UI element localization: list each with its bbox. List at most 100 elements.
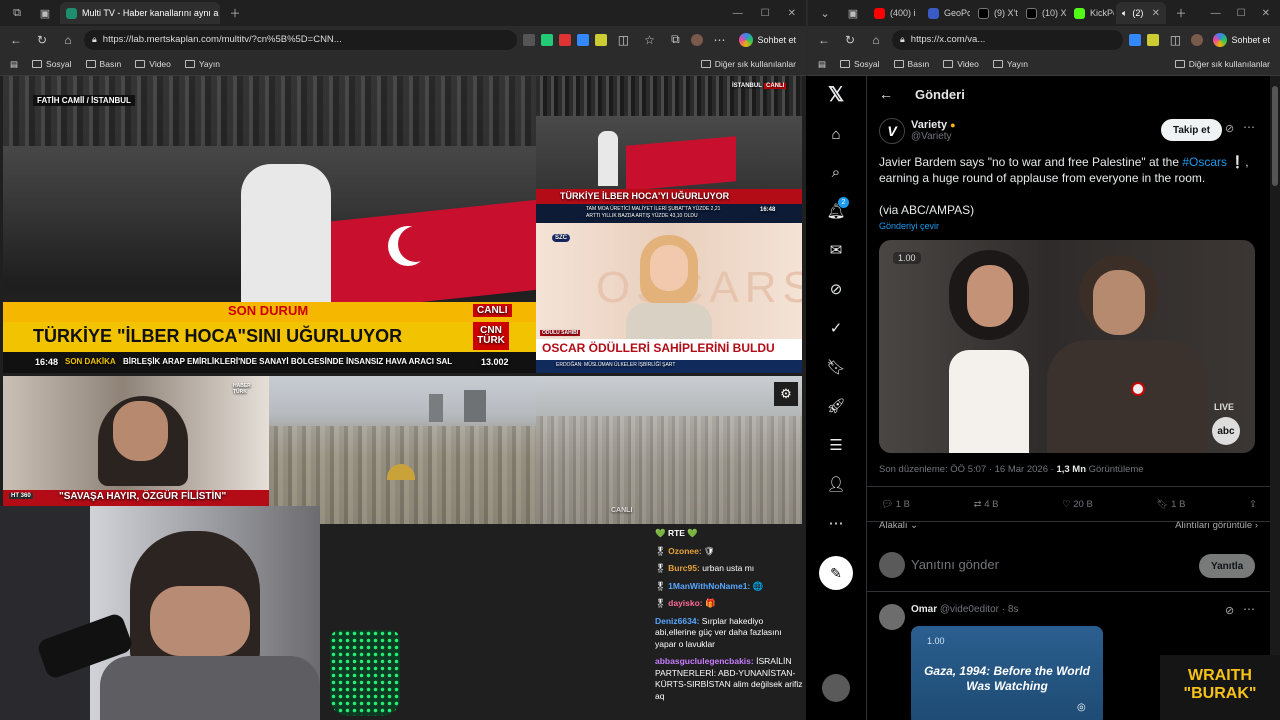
like-action[interactable]: ♡ 20 B <box>1062 499 1093 510</box>
new-tab-icon[interactable]: ＋ <box>1168 2 1194 24</box>
messages-icon[interactable]: ✉ <box>824 238 848 262</box>
post-button[interactable]: ✎ <box>819 556 853 590</box>
extension-icon[interactable] <box>559 33 572 46</box>
extension-icon[interactable] <box>595 33 608 46</box>
hashtag-link[interactable]: #Oscars <box>1182 155 1227 169</box>
profile-avatar[interactable] <box>1191 33 1204 46</box>
playback-rate-badge[interactable]: 1.00 <box>893 252 921 264</box>
lists-icon[interactable]: ☰ <box>824 433 848 457</box>
split-screen-icon[interactable]: ◫ <box>613 30 633 50</box>
home-icon[interactable]: ⌂ <box>866 30 886 50</box>
copilot-button[interactable]: Sohbet et <box>1209 32 1274 47</box>
settings-gear-icon[interactable]: ⚙ <box>774 382 798 406</box>
search-icon[interactable]: ⌕ <box>824 160 848 184</box>
bookmark-folder[interactable]: Video <box>135 59 171 69</box>
new-tab-icon[interactable]: ＋ <box>222 2 248 24</box>
url-field[interactable]: 🔒︎ https://x.com/va... <box>892 29 1124 50</box>
tab-multitv[interactable]: Multi TV - Haber kanallarını aynı a ✕ <box>60 2 220 24</box>
bookmarks-bar-toggle-icon[interactable]: ▤ <box>10 59 18 70</box>
repost-action[interactable]: ⇄ 4 B <box>974 499 999 510</box>
follow-button[interactable]: Takip et <box>1161 119 1223 141</box>
bookmarks-icon[interactable]: 🔖︎ <box>824 355 848 379</box>
scrollbar-thumb[interactable] <box>1272 86 1278 186</box>
x-logo-icon[interactable]: 𝕏 <box>824 82 848 106</box>
bookmarks-bar-toggle-icon[interactable]: ▤ <box>818 59 826 70</box>
extension-icon[interactable] <box>577 33 590 46</box>
maximize-icon[interactable]: ☐ <box>761 8 770 19</box>
reply-button[interactable]: Yanıtla <box>1199 554 1256 578</box>
tab-x-2[interactable]: (10) X'te <box>1020 2 1066 24</box>
close-tab-icon[interactable]: ✕ <box>1152 8 1160 19</box>
bookmark-folder[interactable]: Basın <box>893 59 929 69</box>
tab-youtube[interactable]: (400) i <box>868 2 920 24</box>
view-quotes-link[interactable]: Alıntıları görüntüle › <box>1175 520 1258 531</box>
refresh-icon[interactable]: ↻ <box>32 30 52 50</box>
author-handle[interactable]: @Variety <box>911 131 956 142</box>
back-arrow-icon[interactable]: ← <box>879 86 893 102</box>
video-cnn-turk[interactable]: FATİH CAMİİ / İSTANBUL SON DURUM CANLI T… <box>3 76 536 373</box>
video-haberturk[interactable]: HABER TÜRK HT 360 "SAVAŞA HAYIR, ÖZGÜR F… <box>3 376 269 506</box>
tab-x-active[interactable]: 🔈︎ (2) ✕ <box>1116 2 1166 24</box>
home-icon[interactable]: ⌂ <box>58 30 78 50</box>
reply-action[interactable]: 💬︎ 1 B <box>881 499 910 510</box>
workspaces-icon[interactable]: ⧉ <box>4 2 30 24</box>
minimize-icon[interactable]: — <box>1211 8 1221 19</box>
bookmark-folder[interactable]: Yayın <box>184 59 220 69</box>
other-bookmarks[interactable]: Diğer sık kullanılanlar <box>700 59 796 69</box>
bookmark-folder[interactable]: Basın <box>85 59 121 69</box>
more-options-icon[interactable]: ⋯ <box>1243 120 1255 134</box>
reply-input[interactable]: Yanıtını gönder <box>911 557 999 572</box>
more-options-icon[interactable]: ⋯ <box>1243 602 1255 616</box>
tab-x-1[interactable]: (9) X'te <box>972 2 1018 24</box>
bookmark-folder[interactable]: Sosyal <box>32 59 72 69</box>
reply-video-card[interactable]: 1.00 Gaza, 1994: Before the World Was Wa… <box>911 626 1103 720</box>
back-icon[interactable]: ← <box>814 30 834 50</box>
back-icon[interactable]: ← <box>6 30 26 50</box>
author-name[interactable]: Variety <box>911 119 947 131</box>
extension-icon[interactable] <box>541 33 554 46</box>
profile-avatar[interactable] <box>691 33 704 46</box>
close-window-icon[interactable]: ✕ <box>788 8 796 19</box>
more-icon[interactable]: ⋯ <box>709 30 729 50</box>
bookmark-folder[interactable]: Sosyal <box>840 59 880 69</box>
extension-icon[interactable] <box>523 33 536 46</box>
profile-icon[interactable]: 👤︎ <box>824 472 848 496</box>
video-tr-channel[interactable]: İSTANBUL CANLI TÜRKİYE İLBER HOCA'YI UĞU… <box>536 76 802 223</box>
video-jerusalem-cam[interactable] <box>269 376 536 524</box>
copilot-button[interactable]: Sohbet et <box>735 32 800 47</box>
translate-link[interactable]: Gönderiyi çevir <box>879 221 939 231</box>
close-window-icon[interactable]: ✕ <box>1262 8 1270 19</box>
grok-icon[interactable]: ⊘ <box>824 277 848 301</box>
share-icon[interactable]: ⇪ <box>1249 499 1257 510</box>
bookmark-folder[interactable]: Video <box>943 59 979 69</box>
variety-avatar[interactable]: V <box>879 118 905 144</box>
account-avatar[interactable] <box>822 674 850 702</box>
tab-actions-icon[interactable]: ▣ <box>32 2 58 24</box>
grok-explain-icon[interactable]: ⊘ <box>1225 604 1234 617</box>
jobs-icon[interactable]: 🚀︎ <box>824 394 848 418</box>
reply-avatar[interactable] <box>879 604 905 630</box>
url-field[interactable]: 🔒︎ https://lab.mertskaplan.com/multitv/?… <box>84 29 518 50</box>
tab-actions-icon[interactable]: ▣ <box>840 2 866 24</box>
notifications-icon[interactable]: 🔔︎ 2 <box>824 197 849 223</box>
minimize-icon[interactable]: — <box>733 8 743 19</box>
extension-icon[interactable] <box>1147 33 1160 46</box>
grok-explain-icon[interactable]: ⊘ <box>1225 122 1234 135</box>
maximize-icon[interactable]: ☐ <box>1237 8 1246 19</box>
tab-kick[interactable]: KickPc <box>1068 2 1114 24</box>
reply-author-name[interactable]: Omar <box>911 604 937 615</box>
other-bookmarks[interactable]: Diğer sık kullanılanlar <box>1174 59 1270 69</box>
page-scrollbar[interactable] <box>1270 76 1280 720</box>
video-gaza-cam[interactable]: ⚙ CANLI <box>536 376 802 524</box>
tweet-video[interactable]: 1.00 LIVE abc <box>879 240 1255 453</box>
workspaces-icon[interactable]: ⌄ <box>812 2 838 24</box>
bookmark-action[interactable]: 🔖︎ 1 B <box>1156 499 1185 510</box>
communities-icon[interactable]: ✓ <box>824 316 848 340</box>
edit-timestamp[interactable]: Son düzenleme: ÖÖ 5:07 · 16 Mar 2026 · <box>879 464 1056 475</box>
more-icon[interactable]: ⋯ <box>824 511 848 535</box>
video-oscar-channel[interactable]: OSCARS SZC ÖDÜLÜ SAHİBİ OSCAR ÖDÜLLERİ S… <box>536 223 802 373</box>
sort-dropdown[interactable]: Alakalı ⌄ <box>879 520 918 531</box>
favorites-icon[interactable]: ☆ <box>639 30 659 50</box>
tab-geopc[interactable]: GeoPc <box>922 2 970 24</box>
bookmark-folder[interactable]: Yayın <box>992 59 1028 69</box>
